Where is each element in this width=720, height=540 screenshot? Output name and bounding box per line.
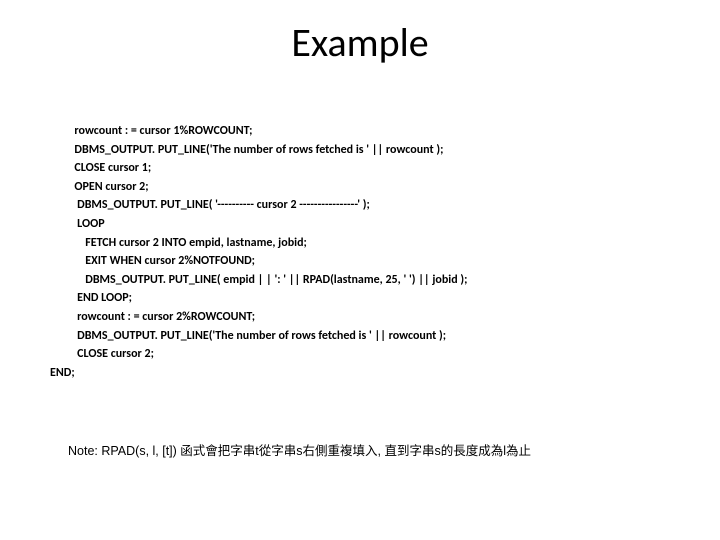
slide-title: Example bbox=[0, 18, 720, 67]
slide: Example rowcount : = cursor 1%ROWCOUNT; … bbox=[0, 0, 720, 540]
code-block: rowcount : = cursor 1%ROWCOUNT; DBMS_OUT… bbox=[50, 122, 670, 382]
footnote: Note: RPAD(s, l, [t]) 函式會把字串t從字串s右側重複填入,… bbox=[68, 440, 688, 459]
